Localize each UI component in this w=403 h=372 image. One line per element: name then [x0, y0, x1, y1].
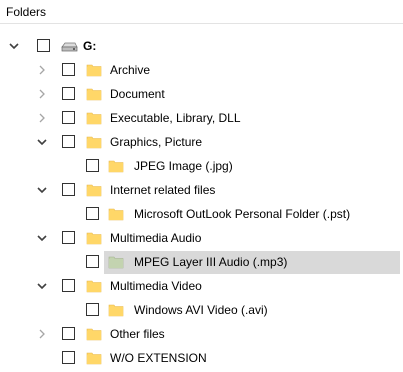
- chevron-down-icon[interactable]: [8, 40, 20, 52]
- tree-row[interactable]: Executable, Library, DLL: [0, 106, 403, 130]
- chevron-down-icon[interactable]: [36, 136, 48, 148]
- tree-row[interactable]: Other files: [0, 322, 403, 346]
- folder-icon: [108, 206, 124, 222]
- chevron-right-icon[interactable]: [36, 88, 48, 100]
- chevron-down-icon[interactable]: [36, 280, 48, 292]
- tree-row[interactable]: G:: [0, 34, 403, 58]
- tree-item-label: Document: [110, 87, 165, 101]
- checkbox[interactable]: [37, 39, 50, 52]
- folder-icon: [86, 62, 102, 78]
- tree-row[interactable]: Document: [0, 82, 403, 106]
- checkbox[interactable]: [62, 135, 75, 148]
- tree-row[interactable]: Windows AVI Video (.avi): [0, 298, 403, 322]
- chevron-down-icon[interactable]: [36, 184, 48, 196]
- folder-icon: [86, 134, 102, 150]
- folder-icon: [86, 230, 102, 246]
- tree-row[interactable]: Graphics, Picture: [0, 130, 403, 154]
- folder-icon: [108, 158, 124, 174]
- tree-item-label: Multimedia Audio: [110, 231, 202, 245]
- checkbox[interactable]: [86, 207, 99, 220]
- folder-tree: G: Archive Document Executable, Library, DL…: [0, 34, 403, 370]
- tree-row[interactable]: Multimedia Audio: [0, 226, 403, 250]
- tree-item-label: Archive: [110, 63, 151, 77]
- folders-panel: Folders G: Archive Document Executable, Lib…: [0, 0, 403, 372]
- folder-open-gray-icon: [108, 254, 124, 270]
- folders-header: Folders: [0, 0, 403, 24]
- tree-item-label: Windows AVI Video (.avi): [134, 303, 268, 317]
- tree-row[interactable]: Internet related files: [0, 178, 403, 202]
- folder-icon: [86, 182, 102, 198]
- folder-icon: [86, 326, 102, 342]
- tree-row[interactable]: JPEG Image (.jpg): [0, 154, 403, 178]
- checkbox[interactable]: [62, 111, 75, 124]
- tree-item-label: Multimedia Video: [110, 279, 202, 293]
- checkbox[interactable]: [86, 303, 99, 316]
- checkbox[interactable]: [86, 159, 99, 172]
- tree-item-label: W/O EXTENSION: [110, 351, 207, 365]
- checkbox[interactable]: [62, 351, 75, 364]
- chevron-right-icon[interactable]: [36, 328, 48, 340]
- checkbox[interactable]: [62, 231, 75, 244]
- folder-icon: [86, 86, 102, 102]
- checkbox[interactable]: [62, 63, 75, 76]
- tree-row[interactable]: W/O EXTENSION: [0, 346, 403, 370]
- tree-item-label: Internet related files: [110, 183, 216, 197]
- checkbox[interactable]: [62, 87, 75, 100]
- tree-item-label: JPEG Image (.jpg): [134, 159, 233, 173]
- chevron-right-icon[interactable]: [36, 64, 48, 76]
- tree-item-label: Graphics, Picture: [110, 135, 203, 149]
- checkbox[interactable]: [62, 279, 75, 292]
- chevron-down-icon[interactable]: [36, 232, 48, 244]
- checkbox[interactable]: [86, 255, 99, 268]
- tree-row[interactable]: Microsoft OutLook Personal Folder (.pst): [0, 202, 403, 226]
- checkbox[interactable]: [62, 183, 75, 196]
- tree-item-label: Executable, Library, DLL: [110, 111, 241, 125]
- folder-icon: [86, 110, 102, 126]
- tree-item-label: Other files: [110, 327, 165, 341]
- tree-item-label: Microsoft OutLook Personal Folder (.pst): [134, 207, 351, 221]
- tree-item-label: MPEG Layer III Audio (.mp3): [134, 255, 288, 269]
- folder-icon: [86, 278, 102, 294]
- tree-row[interactable]: MPEG Layer III Audio (.mp3): [0, 250, 403, 274]
- tree-item-label: G:: [83, 39, 97, 53]
- drive-icon: [60, 38, 78, 54]
- checkbox[interactable]: [62, 327, 75, 340]
- tree-row[interactable]: Archive: [0, 58, 403, 82]
- folder-icon: [108, 302, 124, 318]
- chevron-right-icon[interactable]: [36, 112, 48, 124]
- folder-icon: [86, 350, 102, 366]
- tree-row[interactable]: Multimedia Video: [0, 274, 403, 298]
